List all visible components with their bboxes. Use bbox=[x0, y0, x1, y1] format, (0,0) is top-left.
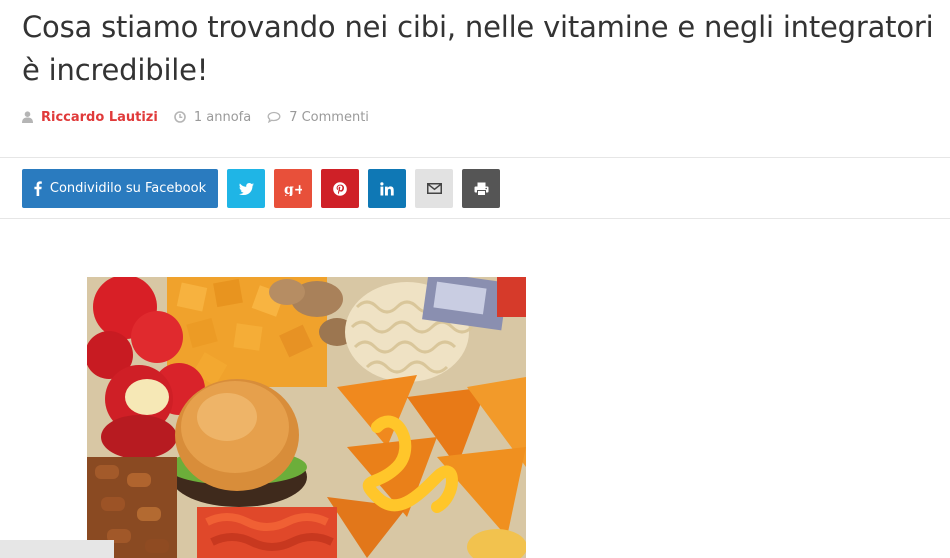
article-title: Cosa stiamo trovando nei cibi, nelle vit… bbox=[22, 10, 934, 87]
pinterest-icon bbox=[333, 181, 347, 196]
pinterest-share-button[interactable] bbox=[321, 169, 359, 208]
svg-text:g+: g+ bbox=[284, 182, 302, 196]
divider bbox=[0, 218, 950, 219]
comments-link[interactable]: 7 Commenti bbox=[289, 110, 369, 125]
facebook-share-button[interactable]: Condividilo su Facebook bbox=[22, 169, 218, 208]
twitter-share-button[interactable] bbox=[227, 169, 265, 208]
linkedin-icon bbox=[380, 181, 394, 196]
google-plus-share-button[interactable]: g+ bbox=[274, 169, 312, 208]
overlay-panel bbox=[0, 540, 114, 558]
print-button[interactable] bbox=[462, 169, 500, 208]
post-date: 1 annofa bbox=[193, 109, 252, 125]
article-image bbox=[87, 277, 526, 558]
junk-food-photo bbox=[87, 277, 526, 558]
article-meta: Riccardo Lautizi 1 annofa 7 Commenti bbox=[22, 107, 369, 127]
facebook-icon bbox=[34, 181, 42, 196]
clock-icon bbox=[174, 111, 186, 123]
facebook-share-label: Condividilo su Facebook bbox=[49, 181, 207, 196]
linkedin-share-button[interactable] bbox=[368, 169, 406, 208]
email-icon bbox=[426, 183, 442, 194]
google-plus-icon: g+ bbox=[284, 182, 302, 196]
divider bbox=[0, 157, 950, 158]
email-share-button[interactable] bbox=[415, 169, 453, 208]
share-bar: Condividilo su Facebook g+ bbox=[22, 169, 500, 208]
print-icon bbox=[474, 182, 489, 196]
comment-icon bbox=[267, 111, 281, 123]
user-icon bbox=[22, 111, 33, 123]
twitter-icon bbox=[238, 182, 254, 195]
author-link[interactable]: Riccardo Lautizi bbox=[41, 110, 158, 125]
article: Cosa stiamo trovando nei cibi, nelle vit… bbox=[0, 0, 950, 558]
cheese-puffs bbox=[197, 507, 337, 558]
